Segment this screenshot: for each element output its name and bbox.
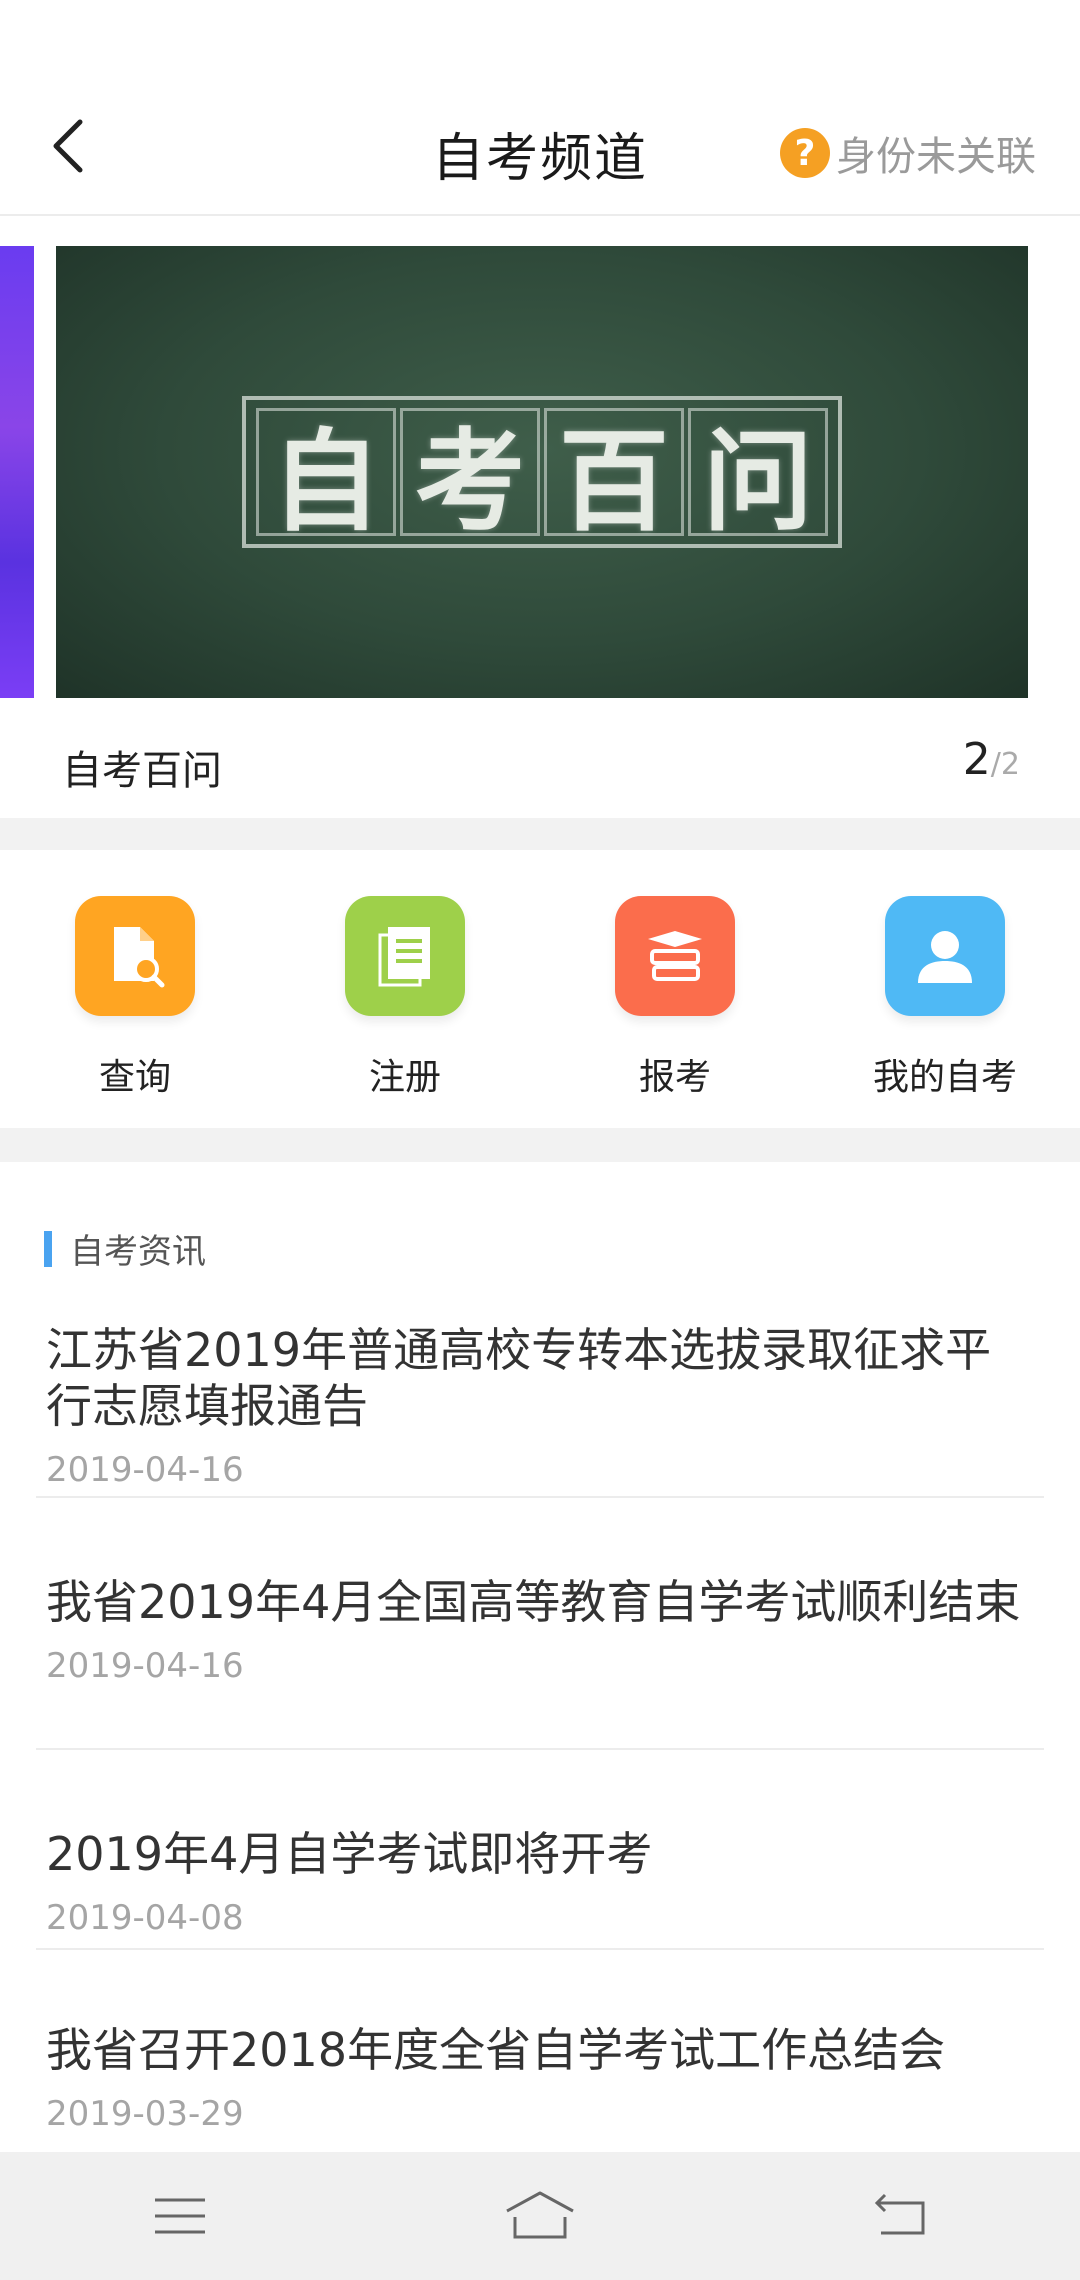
identity-status-label: 身份未关联 (836, 134, 1036, 180)
chalk-char: 百 (544, 408, 684, 546)
section-accent-bar (44, 1230, 52, 1267)
news-section: 自考资讯 江苏省2019年普通高校专转本选拔录取征求平行志愿填报通告 2019-… (0, 1162, 1080, 2152)
news-section-title: 自考资讯 (70, 1232, 206, 1272)
banner-previous-slide[interactable] (0, 246, 34, 698)
banner-total: /2 (990, 747, 1020, 782)
status-bar (0, 0, 1080, 80)
graduation-cap-icon (615, 896, 735, 1016)
news-item[interactable]: 我省2019年4月全国高等教育自学考试顺利结束 2019-04-16 (36, 1574, 1044, 1750)
banner-image[interactable]: 自 考 百 问 (56, 246, 1028, 698)
quick-nav-my-exam[interactable]: 我的自考 (810, 850, 1080, 1128)
divider (0, 1128, 1080, 1162)
identity-link-button[interactable]: ? 身份未关联 (780, 124, 1036, 182)
register-document-icon (345, 896, 465, 1016)
news-title: 2019年4月自学考试即将开考 (46, 1827, 653, 1881)
divider (0, 818, 1080, 850)
quick-nav-apply[interactable]: 报考 (540, 850, 810, 1128)
quick-nav-register[interactable]: 注册 (270, 850, 540, 1128)
search-document-icon (75, 896, 195, 1016)
news-title: 江苏省2019年普通高校专转本选拔录取征求平行志愿填报通告 (46, 1323, 992, 1433)
quick-nav-label: 注册 (368, 1057, 441, 1098)
news-item[interactable]: 我省召开2018年度全省自学考试工作总结会 2019-03-29 (36, 2022, 1044, 2152)
quick-nav-label: 我的自考 (872, 1057, 1017, 1098)
chalk-char: 自 (256, 408, 396, 546)
chalk-char: 考 (400, 408, 540, 546)
back-nav-button[interactable] (840, 2176, 960, 2256)
banner-caption: 自考百问 (62, 748, 222, 794)
news-date: 2019-03-29 (46, 2094, 244, 2134)
banner-counter: 2/2 (963, 734, 1020, 785)
news-date: 2019-04-08 (46, 1898, 244, 1938)
news-date: 2019-04-16 (46, 1646, 244, 1686)
banner-current: 2 (962, 734, 991, 785)
news-section-header: 自考资讯 (44, 1224, 206, 1273)
news-date: 2019-04-16 (46, 1450, 244, 1490)
quick-nav-query[interactable]: 查询 (0, 850, 270, 1128)
user-avatar-icon (885, 896, 1005, 1016)
menu-icon (155, 2198, 205, 2234)
news-title: 我省2019年4月全国高等教育自学考试顺利结束 (46, 1575, 1021, 1629)
quick-nav-label: 报考 (638, 1057, 711, 1098)
system-navigation-bar (0, 2152, 1080, 2280)
news-item[interactable]: 2019年4月自学考试即将开考 2019-04-08 (36, 1826, 1044, 1950)
chalk-char: 问 (688, 408, 828, 546)
menu-button[interactable] (120, 2176, 240, 2256)
banner-carousel[interactable]: 自 考 百 问 自考百问 2/2 (0, 218, 1080, 818)
news-item[interactable]: 江苏省2019年普通高校专转本选拔录取征求平行志愿填报通告 2019-04-16 (36, 1322, 1044, 1498)
header: 自考频道 ? 身份未关联 (0, 80, 1080, 216)
return-icon (874, 2193, 925, 2235)
chalk-title: 自 考 百 问 (242, 396, 842, 548)
question-icon: ? (780, 128, 830, 178)
quick-nav-label: 查询 (98, 1057, 171, 1098)
home-icon (506, 2191, 574, 2239)
quick-nav: 查询 注册 报考 我的自考 (0, 850, 1080, 1128)
news-title: 我省召开2018年度全省自学考试工作总结会 (46, 2023, 946, 2077)
home-button[interactable] (480, 2176, 600, 2256)
